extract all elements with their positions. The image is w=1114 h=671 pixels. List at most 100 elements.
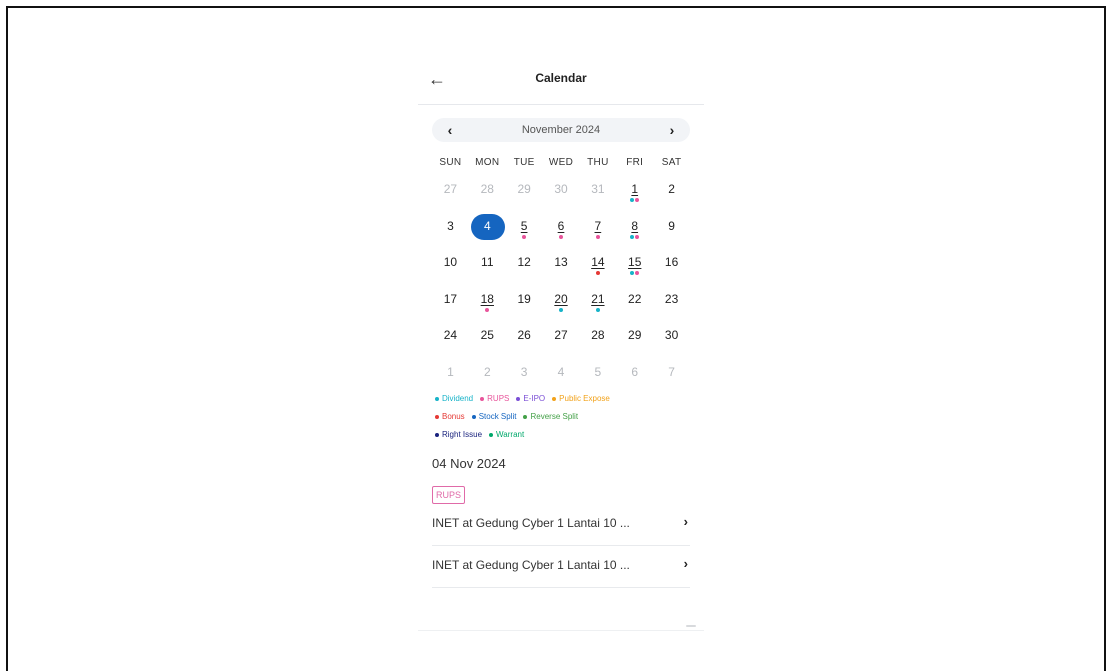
divider [418,630,704,631]
event-dot [522,234,527,239]
day-cell[interactable]: 3 [432,213,469,250]
day-cell[interactable]: 22 [616,286,653,323]
day-cell[interactable]: 29 [506,176,543,213]
day-cell[interactable]: 28 [579,322,616,359]
day-number: 7 [668,364,675,379]
day-cell[interactable]: 10 [432,249,469,286]
day-number: 3 [447,218,454,233]
day-cell[interactable]: 11 [469,249,506,286]
day-number: 29 [628,328,642,343]
day-cell[interactable]: 14 [579,249,616,286]
day-number: 10 [443,255,458,270]
day-cell-selected[interactable]: 4 [469,213,506,250]
day-number: 27 [554,328,568,343]
chevron-right-icon[interactable]: › [660,118,684,142]
day-cell[interactable]: 18 [469,286,506,323]
chevron-right-icon: › [683,514,688,529]
event-dot [630,198,635,202]
day-cell[interactable]: 1 [616,176,653,213]
day-cell[interactable]: 20 [543,286,580,323]
day-number: 20 [554,291,568,306]
day-number: 5 [594,364,602,379]
legend-label: Stock Split [478,412,517,421]
day-number: 1 [631,182,639,196]
legend-item: Right Issue [435,426,482,444]
day-cell[interactable]: 16 [653,249,690,286]
day-number: 30 [554,182,568,196]
day-number: 29 [517,182,531,196]
event-dots [616,271,653,276]
legend-label: Bonus [442,412,465,421]
day-cell[interactable]: 23 [653,286,690,323]
day-number: 2 [483,364,491,379]
day-cell[interactable]: 12 [506,249,543,286]
day-cell[interactable]: 9 [653,213,690,250]
day-cell[interactable]: 30 [653,322,690,359]
legend-item: Stock Split [471,408,517,426]
legend-label: Dividend [442,394,474,403]
day-number: 25 [480,328,494,343]
day-cell[interactable]: 31 [579,176,616,213]
selected-date: 04 Nov 2024 [432,456,506,471]
legend-item: Bonus [435,408,465,426]
legend-label: Reverse Split [530,412,579,421]
day-number: 31 [591,182,605,196]
day-cell[interactable]: 27 [543,322,580,359]
legend-item: Dividend [435,390,473,408]
day-cell[interactable]: 30 [543,176,580,213]
legend-row: Dividend RUPS E-IPO Public Expose [435,390,697,408]
calendar-screen: ← Calendar ‹ November 2024 › SUN MON TUE WE… [418,60,704,640]
legend-dot-icon [435,432,439,437]
page-title: Calendar [535,71,587,85]
legend-item: E-IPO [516,390,545,408]
day-number: 28 [591,328,605,343]
event-dot [635,198,640,202]
legend-label: Public Expose [559,394,610,403]
day-cell[interactable]: 6 [543,213,580,250]
day-number: 4 [483,218,491,233]
event-item[interactable]: INET at Gedung Cyber 1 Lantai 10 ... › [432,547,690,588]
weekday-label: TUE [513,157,535,168]
day-cell[interactable]: 25 [469,322,506,359]
day-cell[interactable]: 27 [432,176,469,213]
weekday-label: MON [475,157,500,168]
event-dot [595,307,600,312]
day-number: 22 [628,291,642,306]
legend-dot-icon [523,414,528,419]
month-navigator: ‹ November 2024 › [432,118,690,142]
day-cell[interactable]: 7 [579,213,616,250]
day-cell[interactable]: 17 [432,286,469,323]
event-item[interactable]: INET at Gedung Cyber 1 Lantai 10 ... › [432,505,690,546]
event-dot [630,271,635,276]
app-header: ← Calendar [418,60,704,105]
event-dots [579,234,616,239]
day-cell[interactable]: 26 [506,322,543,359]
day-cell[interactable]: 24 [432,322,469,359]
day-number: 15 [628,255,642,270]
day-number: 21 [591,291,605,306]
day-number: 4 [557,364,565,379]
day-cell[interactable]: 5 [506,213,543,250]
day-cell[interactable]: 28 [469,176,506,213]
event-type-tag: RUPS [432,486,466,504]
event-dots [543,307,580,312]
event-dots [543,234,580,239]
event-item-label: INET at Gedung Cyber 1 Lantai 10 ... [432,516,630,530]
day-cell[interactable]: 13 [543,249,580,286]
legend-label: E-IPO [523,394,546,403]
day-cell[interactable]: 8 [616,213,653,250]
event-dot [559,307,563,312]
legend-label: RUPS [487,394,510,403]
day-cell[interactable]: 21 [579,286,616,323]
day-cell[interactable]: 19 [506,286,543,323]
event-dot [595,234,600,239]
event-dot [635,234,640,239]
legend-item: RUPS [480,390,509,408]
day-number: 23 [664,291,679,306]
day-cell[interactable]: 2 [653,176,690,213]
day-cell[interactable]: 15 [616,249,653,286]
day-cell[interactable]: 29 [616,322,653,359]
day-number: 24 [443,328,458,343]
event-dots [616,234,653,239]
event-dots [506,234,543,239]
